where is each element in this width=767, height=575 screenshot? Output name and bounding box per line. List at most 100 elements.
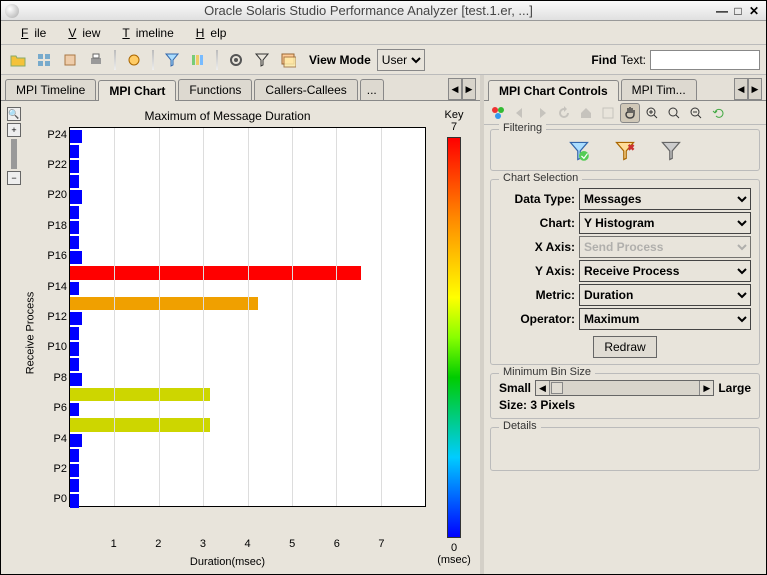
tab-overflow[interactable]: ... [360, 79, 384, 100]
titlebar: Oracle Solaris Studio Performance Analyz… [1, 1, 766, 21]
filter-reset-button[interactable] [660, 140, 682, 162]
bin-decrease[interactable]: ◀ [536, 381, 550, 395]
tab-mpi-timeline[interactable]: MPI Timeline [5, 79, 96, 100]
y-axis-select[interactable]: Receive Process [579, 260, 751, 282]
zoom-plus-button[interactable]: + [7, 123, 21, 137]
bar-P19[interactable] [70, 206, 79, 219]
menubar: File View Timeline Help [1, 21, 766, 45]
funnel-button[interactable] [251, 49, 273, 71]
tab-mpi-chart[interactable]: MPI Chart [98, 80, 176, 101]
zoom-minus-button[interactable]: − [7, 171, 21, 185]
chart-type-select[interactable]: Y Histogram [579, 212, 751, 234]
menu-view[interactable]: View [56, 24, 106, 42]
xtick-5: 5 [289, 538, 295, 550]
bin-size-slider[interactable]: ◀ ▶ [535, 380, 714, 396]
bar-P23[interactable] [70, 145, 79, 158]
tab-mpi-chart-controls[interactable]: MPI Chart Controls [488, 80, 619, 101]
filter-include-button[interactable] [568, 140, 590, 162]
bar-P14[interactable] [70, 282, 79, 295]
hand-pan-button[interactable] [620, 103, 640, 123]
bin-increase[interactable]: ▶ [699, 381, 713, 395]
data-type-select[interactable]: Messages [579, 188, 751, 210]
tab-scroll-right[interactable]: ▶ [462, 78, 476, 100]
zoom-fit-button[interactable] [664, 103, 684, 123]
plot-area[interactable] [69, 127, 426, 507]
app-icon [5, 4, 19, 18]
metric-select[interactable]: Duration [579, 284, 751, 306]
tab-scroll-left[interactable]: ◀ [448, 78, 462, 100]
bar-P10[interactable] [70, 342, 79, 355]
show-hide-button[interactable] [187, 49, 209, 71]
operator-select[interactable]: Maximum [579, 308, 751, 330]
ytick-P18: P18 [47, 220, 67, 232]
tab-callers-callees[interactable]: Callers-Callees [254, 79, 357, 100]
xtick-2: 2 [155, 538, 161, 550]
filter-button[interactable] [161, 49, 183, 71]
zoom-in-button[interactable] [642, 103, 662, 123]
bar-P9[interactable] [70, 358, 79, 371]
bar-P5[interactable] [70, 418, 210, 431]
bar-P24[interactable] [70, 130, 82, 143]
toolbar: View Mode User Find Text: [1, 45, 766, 75]
y-axis-label: Receive Process [23, 127, 37, 538]
select-objects-button[interactable] [488, 103, 508, 123]
find-input[interactable] [650, 50, 760, 70]
rtab-scroll-right[interactable]: ▶ [748, 78, 762, 100]
minimize-button[interactable]: — [714, 3, 730, 19]
bar-P11[interactable] [70, 327, 79, 340]
print-button[interactable] [85, 49, 107, 71]
zoom-lens-button[interactable]: 🔍 [7, 107, 21, 121]
y-axis-ticks: P0P2P4P6P8P10P12P14P16P18P20P22P24 [37, 127, 69, 507]
ytick-P10: P10 [47, 341, 67, 353]
ytick-P14: P14 [47, 281, 67, 293]
new-window-button[interactable] [277, 49, 299, 71]
bar-P3[interactable] [70, 449, 79, 462]
close-button[interactable]: ✕ [746, 3, 762, 19]
home-button [576, 103, 596, 123]
xtick-6: 6 [334, 538, 340, 550]
menu-timeline[interactable]: Timeline [110, 24, 179, 42]
maximize-button[interactable]: □ [730, 3, 746, 19]
bar-P2[interactable] [70, 464, 79, 477]
next-button [532, 103, 552, 123]
bin-thumb[interactable] [551, 382, 563, 394]
open-experiment-button[interactable] [7, 49, 29, 71]
menu-help[interactable]: Help [184, 24, 233, 42]
collect-button[interactable] [123, 49, 145, 71]
bar-P17[interactable] [70, 236, 79, 249]
ytick-P12: P12 [47, 311, 67, 323]
rtab-scroll-left[interactable]: ◀ [734, 78, 748, 100]
menu-file[interactable]: File [9, 24, 52, 42]
aggregate-button[interactable] [33, 49, 55, 71]
bar-P0[interactable] [70, 494, 79, 507]
gear-button[interactable] [225, 49, 247, 71]
ytick-P22: P22 [47, 159, 67, 171]
tab-mpi-timeline-controls[interactable]: MPI Tim... [621, 79, 697, 100]
details-section: Details [490, 427, 760, 471]
x-axis-ticks: 1234567 [69, 538, 426, 554]
filter-exclude-button[interactable] [614, 140, 636, 162]
bar-P4[interactable] [70, 434, 82, 447]
drop-button[interactable] [59, 49, 81, 71]
bar-P21[interactable] [70, 175, 79, 188]
undo-zoom-button[interactable] [708, 103, 728, 123]
color-gradient [447, 137, 461, 538]
bar-P6[interactable] [70, 403, 79, 416]
view-mode-select[interactable]: User [377, 49, 425, 71]
bar-P18[interactable] [70, 221, 79, 234]
bar-P20[interactable] [70, 190, 82, 203]
bar-P16[interactable] [70, 251, 82, 264]
bar-P12[interactable] [70, 312, 82, 325]
bar-P22[interactable] [70, 160, 79, 173]
ytick-P0: P0 [54, 493, 67, 505]
zoom-out-button[interactable] [686, 103, 706, 123]
color-key: Key 7 0 (msec) [432, 105, 476, 570]
redraw-button[interactable]: Redraw [593, 336, 656, 358]
window-title: Oracle Solaris Studio Performance Analyz… [23, 3, 714, 18]
bar-P8[interactable] [70, 373, 82, 386]
bar-P13[interactable] [70, 297, 258, 310]
tab-functions[interactable]: Functions [178, 79, 252, 100]
chart-zoom-gutter: 🔍 + − [5, 105, 23, 570]
bar-P7[interactable] [70, 388, 210, 401]
bar-P1[interactable] [70, 479, 79, 492]
